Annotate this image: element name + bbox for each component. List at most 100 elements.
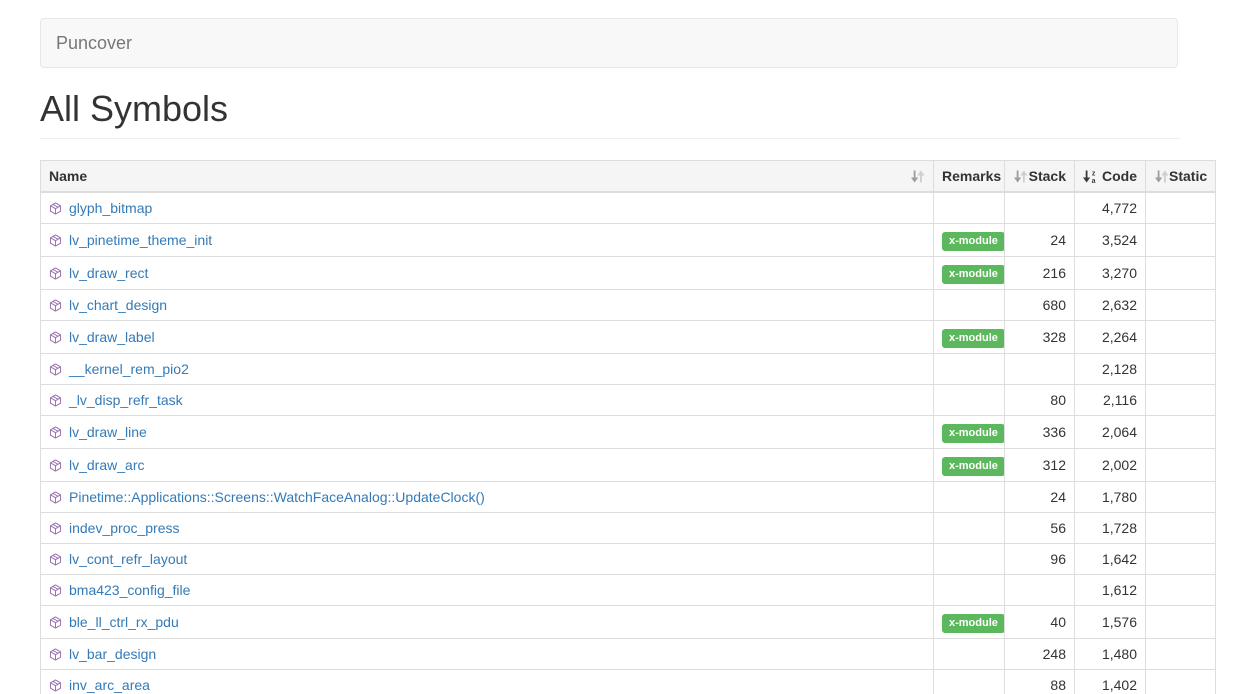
symbol-link[interactable]: lv_bar_design [69,646,156,662]
symbol-cube-icon [49,394,62,407]
remarks-cell [934,192,1005,224]
table-row: indev_proc_press 56 1,728 [41,513,1216,544]
symbol-name-cell: lv_pinetime_theme_init [41,224,934,257]
static-value [1146,290,1216,321]
symbol-name-cell: bma423_config_file [41,575,934,606]
navbar: Puncover [40,18,1178,68]
x-module-badge: x-module [942,614,1005,633]
code-value: 2,264 [1075,321,1146,354]
table-row: lv_draw_arc x-module 312 2,002 [41,449,1216,482]
symbol-name-cell: lv_draw_label [41,321,934,354]
symbol-link[interactable]: __kernel_rem_pio2 [69,361,189,377]
stack-value: 312 [1005,449,1075,482]
symbol-name-cell: lv_draw_line [41,416,934,449]
table-row: ble_ll_ctrl_rx_pdu x-module 40 1,576 [41,606,1216,639]
symbol-name-cell: Pinetime::Applications::Screens::WatchFa… [41,482,934,513]
code-value: 1,780 [1075,482,1146,513]
symbol-link[interactable]: _lv_disp_refr_task [69,392,183,408]
symbols-table: Name Remarks [40,160,1216,694]
static-value [1146,639,1216,670]
table-row: lv_draw_line x-module 336 2,064 [41,416,1216,449]
sort-desc-icon: z a [1083,170,1098,183]
column-label-name: Name [49,166,87,186]
stack-value: 24 [1005,224,1075,257]
symbol-link[interactable]: Pinetime::Applications::Screens::WatchFa… [69,489,485,505]
symbol-link[interactable]: lv_pinetime_theme_init [69,232,212,248]
stack-value [1005,575,1075,606]
symbol-cube-icon [49,522,62,535]
remarks-cell: x-module [934,606,1005,639]
x-module-badge: x-module [942,424,1005,443]
symbol-link[interactable]: inv_arc_area [69,677,150,693]
table-row: lv_draw_rect x-module 216 3,270 [41,257,1216,290]
remarks-cell: x-module [934,257,1005,290]
symbol-name-cell: inv_arc_area [41,670,934,694]
x-module-badge: x-module [942,457,1005,476]
symbol-link[interactable]: lv_draw_label [69,329,155,345]
stack-value: 24 [1005,482,1075,513]
code-value: 1,402 [1075,670,1146,694]
code-value: 2,116 [1075,385,1146,416]
symbol-link[interactable]: ble_ll_ctrl_rx_pdu [69,614,179,630]
symbol-cube-icon [49,679,62,692]
remarks-cell [934,639,1005,670]
remarks-cell [934,290,1005,321]
sort-both-icon [1154,170,1169,183]
table-row: lv_draw_label x-module 328 2,264 [41,321,1216,354]
x-module-badge: x-module [942,265,1005,284]
table-row: _lv_disp_refr_task 80 2,116 [41,385,1216,416]
symbol-link[interactable]: lv_draw_line [69,424,147,440]
code-value: 4,772 [1075,192,1146,224]
stack-value: 80 [1005,385,1075,416]
table-row: lv_bar_design 248 1,480 [41,639,1216,670]
column-label-remarks: Remarks [942,168,1001,184]
stack-value: 328 [1005,321,1075,354]
page-container: Puncover All Symbols Name Remarks [0,0,1260,694]
symbol-link[interactable]: lv_chart_design [69,297,167,313]
static-value [1146,321,1216,354]
column-header-static[interactable]: Static [1146,161,1216,193]
remarks-cell [934,575,1005,606]
code-value: 3,270 [1075,257,1146,290]
remarks-cell [934,670,1005,694]
table-row: __kernel_rem_pio2 2,128 [41,354,1216,385]
stack-value: 40 [1005,606,1075,639]
symbol-link[interactable]: lv_draw_arc [69,457,144,473]
static-value [1146,670,1216,694]
remarks-cell [934,354,1005,385]
static-value [1146,513,1216,544]
remarks-cell [934,513,1005,544]
symbol-cube-icon [49,584,62,597]
static-value [1146,416,1216,449]
symbol-name-cell: lv_bar_design [41,639,934,670]
symbol-cube-icon [49,331,62,344]
symbol-link[interactable]: lv_cont_refr_layout [69,551,187,567]
symbol-link[interactable]: bma423_config_file [69,582,190,598]
column-header-remarks: Remarks [934,161,1005,193]
table-row: lv_cont_refr_layout 96 1,642 [41,544,1216,575]
static-value [1146,449,1216,482]
stack-value: 216 [1005,257,1075,290]
symbol-link[interactable]: indev_proc_press [69,520,180,536]
static-value [1146,224,1216,257]
symbol-name-cell: _lv_disp_refr_task [41,385,934,416]
x-module-badge: x-module [942,232,1005,251]
symbol-name-cell: ble_ll_ctrl_rx_pdu [41,606,934,639]
symbol-cube-icon [49,299,62,312]
divider [40,138,1180,139]
code-value: 2,064 [1075,416,1146,449]
navbar-brand[interactable]: Puncover [41,33,147,54]
symbol-cube-icon [49,491,62,504]
static-value [1146,482,1216,513]
column-header-name[interactable]: Name [41,161,934,193]
column-label-static: Static [1169,166,1207,186]
symbol-link[interactable]: glyph_bitmap [69,200,152,216]
table-row: Pinetime::Applications::Screens::WatchFa… [41,482,1216,513]
code-value: 1,480 [1075,639,1146,670]
column-header-code[interactable]: z a Code [1075,161,1146,193]
column-header-stack[interactable]: Stack [1005,161,1075,193]
symbol-link[interactable]: lv_draw_rect [69,265,148,281]
stack-value: 88 [1005,670,1075,694]
symbol-cube-icon [49,426,62,439]
code-value: 1,642 [1075,544,1146,575]
